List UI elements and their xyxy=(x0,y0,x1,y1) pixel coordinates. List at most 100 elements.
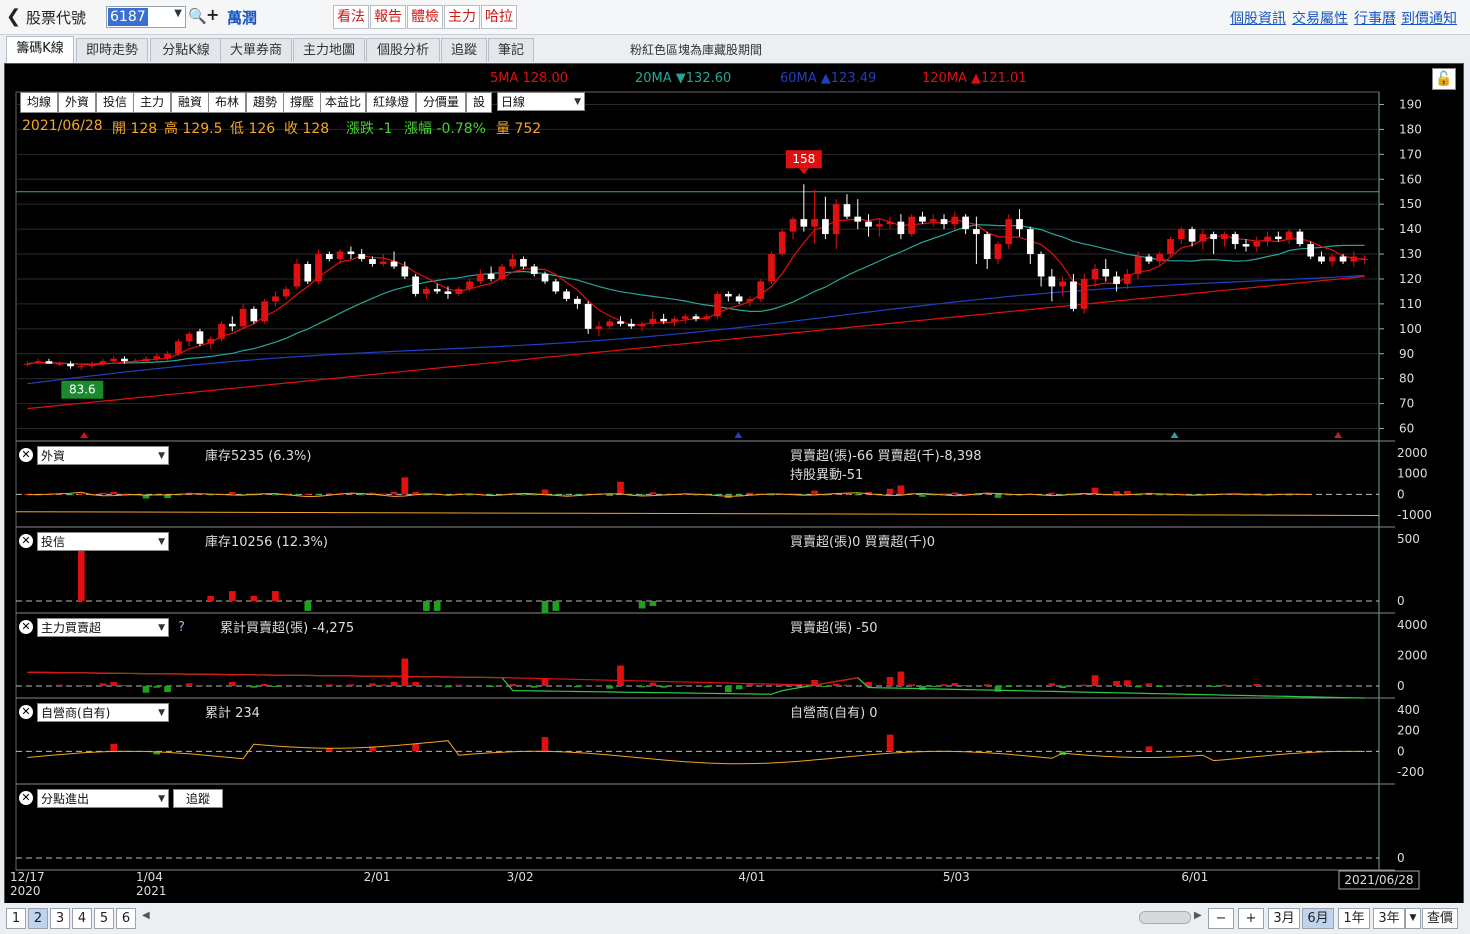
range-1y[interactable]: 1年 xyxy=(1338,908,1370,929)
foreign-bar xyxy=(940,493,948,495)
health-check-button[interactable]: 體檢 xyxy=(407,5,443,29)
dealer-select[interactable]: 自營商(自有) ▼ xyxy=(37,703,169,722)
foreign-select[interactable]: 外資 ▼ xyxy=(37,446,169,465)
main-bar xyxy=(541,678,549,686)
branch-select[interactable]: 分點進出 ▼ xyxy=(37,789,169,808)
close-icon[interactable]: ✕ xyxy=(19,791,33,805)
high-marker-label: 158 xyxy=(792,152,815,166)
toggle-pe-button[interactable]: 本益比 xyxy=(320,92,366,113)
toggle-bollinger-button[interactable]: 布林 xyxy=(208,92,246,113)
close-icon[interactable]: ✕ xyxy=(19,534,33,548)
toggle-trend-button[interactable]: 趨勢 xyxy=(246,92,284,113)
main-force-button[interactable]: 主力 xyxy=(444,5,480,29)
toggle-signal-button[interactable]: 紅綠燈 xyxy=(366,92,416,113)
scroll-thumb[interactable] xyxy=(1139,911,1191,924)
chevron-down-icon[interactable]: ▼ xyxy=(174,8,182,19)
quote-open: 開 128 xyxy=(112,121,158,137)
candle-body xyxy=(1145,256,1153,262)
candle-body xyxy=(768,254,775,282)
scroll-right-icon[interactable]: ▶ xyxy=(1194,910,1202,921)
tab-track[interactable]: 追蹤 xyxy=(441,38,487,62)
chevron-left-icon[interactable]: ❮ xyxy=(6,6,21,27)
dealer-select-value: 自營商(自有) xyxy=(41,706,111,720)
tab-big-broker[interactable]: 大單券商 xyxy=(220,38,292,62)
main-tick-label: 4000 xyxy=(1397,618,1428,632)
quote-button[interactable]: 查價 xyxy=(1422,908,1458,929)
page-3[interactable]: 3 xyxy=(50,908,70,929)
search-icon[interactable]: 🔍 xyxy=(188,7,207,25)
main-select[interactable]: 主力買賣超 ▼ xyxy=(37,618,169,637)
track-button[interactable]: 追蹤 xyxy=(173,789,223,808)
page-2[interactable]: 2 xyxy=(28,908,48,929)
ma120-legend: 120MA ▲121.01 xyxy=(922,71,1027,86)
tab-notes[interactable]: 筆記 xyxy=(488,38,534,62)
stock-code-input[interactable]: 6187 ▼ xyxy=(106,6,186,28)
main-bar xyxy=(832,683,840,686)
close-icon[interactable]: ✕ xyxy=(19,620,33,634)
close-icon[interactable]: ✕ xyxy=(19,448,33,462)
trust-select[interactable]: 投信 ▼ xyxy=(37,532,169,551)
report-button[interactable]: 報告 xyxy=(370,5,406,29)
toggle-margin-button[interactable]: 融資 xyxy=(171,92,209,113)
date-year-label: 2020 xyxy=(10,884,41,898)
price-tick-label: 90 xyxy=(1399,347,1414,361)
toggle-price-volume-button[interactable]: 分價量 xyxy=(416,92,466,113)
page-6[interactable]: 6 xyxy=(116,908,136,929)
candle-body xyxy=(379,261,387,265)
toggle-trust-button[interactable]: 投信 xyxy=(96,92,134,113)
help-icon[interactable]: ? xyxy=(178,620,185,635)
candle-body xyxy=(1361,259,1368,261)
stock-info-link[interactable]: 個股資訊 xyxy=(1230,8,1286,28)
tab-chip-kline[interactable]: 籌碼K線 xyxy=(6,36,74,63)
foreign-bar xyxy=(379,493,387,495)
range-6m[interactable]: 6月 xyxy=(1302,908,1334,929)
page-4[interactable]: 4 xyxy=(72,908,92,929)
foreign-bar xyxy=(272,494,279,496)
settings-button[interactable]: 設 xyxy=(466,92,492,113)
zoom-in-icon[interactable]: + xyxy=(1238,908,1264,929)
foreign-bar xyxy=(563,494,570,496)
calendar-link[interactable]: 行事曆 xyxy=(1354,8,1396,28)
candle-body xyxy=(692,316,700,319)
unlock-icon[interactable]: 🔓 xyxy=(1432,68,1456,90)
candle-body xyxy=(875,224,883,227)
close-icon[interactable]: ✕ xyxy=(19,705,33,719)
tab-branch-kline[interactable]: 分點K線 xyxy=(150,38,222,62)
stock-code-value[interactable]: 6187 xyxy=(108,8,148,26)
chevron-down-icon[interactable]: ▼ xyxy=(1405,908,1421,929)
chart-svg[interactable]: 190 180 170 160 150 140 130 120 110 100 90 80 70 60 15… xyxy=(5,64,1463,903)
add-icon[interactable]: + xyxy=(206,5,219,24)
trade-attr-link[interactable]: 交易屬性 xyxy=(1292,8,1348,28)
tab-main-map[interactable]: 主力地圖 xyxy=(293,38,365,62)
candle-body xyxy=(433,288,441,292)
scroll-left-icon[interactable]: ◀ xyxy=(142,910,150,921)
high-marker-arrow xyxy=(798,168,809,175)
toggle-support-button[interactable]: 撐壓 xyxy=(283,92,321,113)
candle-body xyxy=(811,219,818,227)
dealer-tick-label: 200 xyxy=(1397,724,1420,738)
foreign-bar xyxy=(358,494,366,496)
chat-button[interactable]: 哈拉 xyxy=(481,5,517,29)
toggle-main-button[interactable]: 主力 xyxy=(133,92,171,113)
range-3y[interactable]: 3年 xyxy=(1373,908,1405,929)
candle-body xyxy=(121,358,128,362)
tab-realtime[interactable]: 即時走勢 xyxy=(76,38,148,62)
foreign-bar xyxy=(99,492,107,495)
main-bar xyxy=(56,684,64,686)
page-1[interactable]: 1 xyxy=(6,908,26,929)
stock-name: 萬潤 xyxy=(227,9,258,27)
zoom-out-icon[interactable]: − xyxy=(1208,908,1234,929)
page-5[interactable]: 5 xyxy=(94,908,114,929)
view-button[interactable]: 看法 xyxy=(333,5,369,29)
candle-body xyxy=(390,261,398,267)
toggle-foreign-button[interactable]: 外資 xyxy=(58,92,96,113)
main-bar xyxy=(185,683,193,686)
chart-area[interactable]: 190 180 170 160 150 140 130 120 110 100 90 80 70 60 15… xyxy=(4,63,1464,904)
toggle-ma-button[interactable]: 均線 xyxy=(20,92,58,113)
range-3m[interactable]: 3月 xyxy=(1268,908,1300,929)
period-select[interactable]: 日線 ▼ xyxy=(497,92,585,111)
candle-body xyxy=(444,291,452,294)
tab-stock-analysis[interactable]: 個股分析 xyxy=(366,38,440,62)
candle-body xyxy=(822,219,829,235)
price-alert-link[interactable]: 到價通知 xyxy=(1401,8,1457,28)
